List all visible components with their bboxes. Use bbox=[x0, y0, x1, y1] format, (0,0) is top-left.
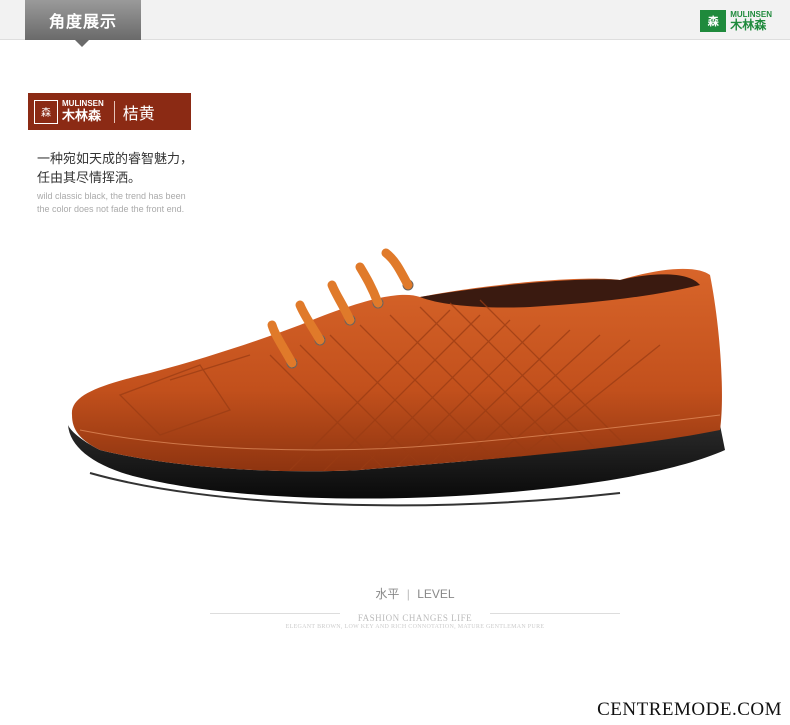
color-name: 桔黄 bbox=[122, 103, 155, 123]
level-small-text: ELEGANT BROWN, LOW KEY AND RICH CONNOTAT… bbox=[285, 624, 545, 630]
tagline-line1: 一种宛如天成的睿智魅力， bbox=[37, 152, 194, 167]
tagline-en-line2: the color does not fade the front end. bbox=[37, 204, 185, 214]
tab-pointer-icon bbox=[75, 40, 89, 47]
tagline-en-line1: wild classic black, the trend has been bbox=[37, 191, 186, 201]
level-en: LEVEL bbox=[417, 587, 455, 601]
badge-mark-icon: 森 bbox=[34, 99, 58, 124]
level-subtitle: FASHION CHANGES LIFE bbox=[357, 613, 473, 623]
logo-cn: 木林森 bbox=[730, 18, 767, 32]
brand-badge: 森 MULINSEN 木林森 桔黄 bbox=[28, 93, 191, 130]
divider-left bbox=[210, 613, 340, 614]
brand-logo: 森 MULINSEN 木林森 bbox=[700, 9, 772, 33]
top-bar: 角度展示 森 MULINSEN 木林森 bbox=[0, 0, 790, 47]
tagline-en: wild classic black, the trend has been t… bbox=[37, 190, 186, 216]
tagline-cn: 一种宛如天成的睿智魅力， 任由其尽情挥洒。 bbox=[37, 150, 193, 188]
level-section: 水平 | LEVEL FASHION CHANGES LIFE ELEGANT … bbox=[200, 585, 630, 630]
level-title: 水平 | LEVEL bbox=[200, 585, 630, 602]
badge-divider bbox=[113, 100, 115, 123]
tab-label: 角度展示 bbox=[48, 12, 117, 31]
level-separator: | bbox=[406, 587, 410, 601]
shoe-image bbox=[68, 248, 725, 507]
watermark: CENTREMODE.COM bbox=[597, 699, 782, 720]
logo-mark-icon: 森 bbox=[700, 10, 727, 32]
tab-angle-display[interactable]: 角度展示 bbox=[25, 0, 141, 40]
badge-en: MULINSEN bbox=[62, 99, 104, 108]
level-subtitle-row: FASHION CHANGES LIFE bbox=[200, 606, 630, 623]
tagline-line2: 任由其尽情挥洒。 bbox=[37, 171, 142, 186]
level-cn: 水平 bbox=[375, 587, 400, 601]
divider-right bbox=[490, 613, 620, 614]
badge-cn: 木林森 bbox=[62, 109, 102, 124]
